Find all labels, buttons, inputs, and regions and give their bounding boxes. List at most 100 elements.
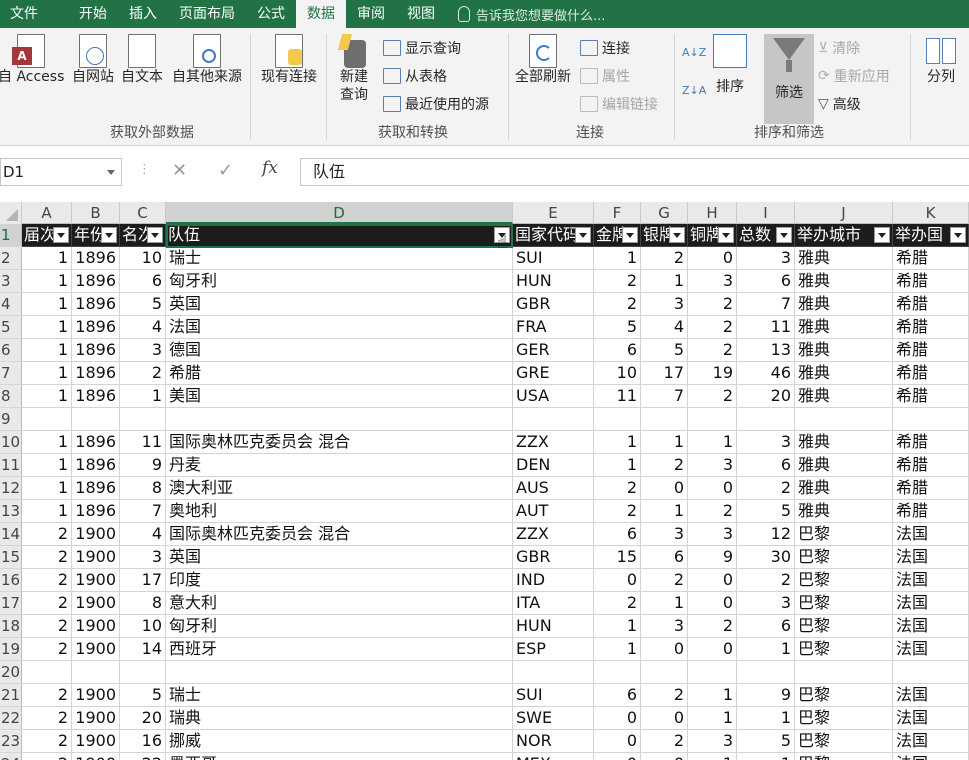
table-cell[interactable]: 3 xyxy=(641,293,688,316)
table-cell[interactable]: 0 xyxy=(641,753,688,760)
header-cell[interactable]: 举办城市 xyxy=(795,224,893,247)
header-cell[interactable]: 名次 xyxy=(120,224,166,247)
table-cell[interactable]: 17 xyxy=(641,362,688,385)
table-cell[interactable]: HUN xyxy=(513,270,594,293)
table-cell[interactable] xyxy=(641,408,688,431)
table-cell[interactable]: 8 xyxy=(120,592,166,615)
table-cell[interactable] xyxy=(893,661,969,684)
column-header-a[interactable]: A xyxy=(22,202,72,224)
filter-dropdown-icon[interactable] xyxy=(669,227,685,243)
enter-icon[interactable]: ✓ xyxy=(218,160,233,181)
header-cell[interactable]: 队伍 xyxy=(166,224,513,247)
table-cell[interactable]: 11 xyxy=(737,316,795,339)
table-cell[interactable]: 20 xyxy=(737,385,795,408)
formula-input[interactable]: 队伍 xyxy=(300,158,969,186)
table-cell[interactable]: 印度 xyxy=(166,569,513,592)
table-cell[interactable]: GBR xyxy=(513,293,594,316)
table-cell[interactable]: GBR xyxy=(513,546,594,569)
table-cell[interactable]: 巴黎 xyxy=(795,546,893,569)
table-cell[interactable]: 2 xyxy=(641,569,688,592)
row-header[interactable]: 18 xyxy=(0,615,22,638)
table-cell[interactable]: 2 xyxy=(22,615,72,638)
table-cell[interactable]: 希腊 xyxy=(893,431,969,454)
table-cell[interactable]: USA xyxy=(513,385,594,408)
table-cell[interactable]: 巴黎 xyxy=(795,569,893,592)
table-cell[interactable]: 希腊 xyxy=(893,362,969,385)
table-cell[interactable]: 6 xyxy=(737,454,795,477)
table-cell[interactable]: 2 xyxy=(688,615,737,638)
table-cell[interactable]: 希腊 xyxy=(893,500,969,523)
existing-connections-button[interactable]: 现有连接 xyxy=(256,34,322,86)
table-cell[interactable]: 巴黎 xyxy=(795,707,893,730)
table-cell[interactable]: 巴黎 xyxy=(795,615,893,638)
table-cell[interactable]: 2 xyxy=(22,707,72,730)
row-header[interactable]: 19 xyxy=(0,638,22,661)
table-cell[interactable]: 法国 xyxy=(893,753,969,760)
cancel-icon[interactable]: ✕ xyxy=(172,160,187,181)
table-cell[interactable]: 0 xyxy=(688,247,737,270)
table-cell[interactable]: 5 xyxy=(737,730,795,753)
table-cell[interactable]: 6 xyxy=(641,546,688,569)
row-header[interactable]: 10 xyxy=(0,431,22,454)
table-cell[interactable]: 法国 xyxy=(893,615,969,638)
table-cell[interactable]: 1 xyxy=(22,362,72,385)
advanced-filter-button[interactable]: ▽ 高级 xyxy=(818,94,861,114)
table-cell[interactable]: 0 xyxy=(594,707,641,730)
table-cell[interactable]: 英国 xyxy=(166,293,513,316)
table-cell[interactable]: 7 xyxy=(641,385,688,408)
table-cell[interactable]: 2 xyxy=(641,454,688,477)
table-cell[interactable] xyxy=(594,661,641,684)
tab-home[interactable]: 开始 xyxy=(68,0,118,28)
text-to-columns-button[interactable]: 分列 xyxy=(918,34,964,86)
table-cell[interactable] xyxy=(594,408,641,431)
table-cell[interactable]: 巴黎 xyxy=(795,523,893,546)
table-cell[interactable]: MEX xyxy=(513,753,594,760)
row-header[interactable]: 24 xyxy=(0,753,22,760)
table-cell[interactable]: 5 xyxy=(120,684,166,707)
table-cell[interactable]: 雅典 xyxy=(795,500,893,523)
row-header[interactable]: 17 xyxy=(0,592,22,615)
table-cell[interactable]: 1 xyxy=(22,293,72,316)
table-cell[interactable] xyxy=(166,408,513,431)
table-cell[interactable]: 2 xyxy=(688,316,737,339)
table-cell[interactable]: 7 xyxy=(737,293,795,316)
row-header[interactable]: 16 xyxy=(0,569,22,592)
new-query-button[interactable]: 新建 查询 xyxy=(330,34,378,104)
table-cell[interactable]: 1 xyxy=(641,500,688,523)
table-cell[interactable]: 澳大利亚 xyxy=(166,477,513,500)
table-cell[interactable]: 5 xyxy=(737,500,795,523)
row-header[interactable]: 23 xyxy=(0,730,22,753)
table-cell[interactable]: 19 xyxy=(688,362,737,385)
table-cell[interactable]: 0 xyxy=(688,638,737,661)
table-cell[interactable]: 法国 xyxy=(893,523,969,546)
sort-descending-button[interactable]: Z↓A xyxy=(682,84,706,97)
table-cell[interactable]: 2 xyxy=(22,592,72,615)
table-cell[interactable]: 瑞士 xyxy=(166,247,513,270)
table-cell[interactable]: 1 xyxy=(737,753,795,760)
table-cell[interactable]: 11 xyxy=(594,385,641,408)
row-header[interactable]: 13 xyxy=(0,500,22,523)
table-cell[interactable] xyxy=(166,661,513,684)
header-cell[interactable]: 届次 xyxy=(22,224,72,247)
row-header[interactable]: 8 xyxy=(0,385,22,408)
table-cell[interactable] xyxy=(641,661,688,684)
table-cell[interactable]: 巴黎 xyxy=(795,592,893,615)
table-cell[interactable]: 1900 xyxy=(72,707,120,730)
table-cell[interactable]: 2 xyxy=(22,684,72,707)
tab-formulas[interactable]: 公式 xyxy=(246,0,296,28)
table-cell[interactable]: 1896 xyxy=(72,362,120,385)
table-cell[interactable]: 雅典 xyxy=(795,293,893,316)
table-cell[interactable]: 1 xyxy=(594,638,641,661)
table-cell[interactable]: 6 xyxy=(594,339,641,362)
table-cell[interactable]: 5 xyxy=(120,293,166,316)
table-cell[interactable]: 6 xyxy=(737,270,795,293)
table-cell[interactable]: 2 xyxy=(737,477,795,500)
table-cell[interactable]: 法国 xyxy=(893,592,969,615)
table-cell[interactable]: 1896 xyxy=(72,293,120,316)
table-cell[interactable] xyxy=(737,408,795,431)
table-cell[interactable]: 1 xyxy=(737,638,795,661)
tab-insert[interactable]: 插入 xyxy=(118,0,168,28)
header-cell[interactable]: 银牌 xyxy=(641,224,688,247)
table-cell[interactable]: 1900 xyxy=(72,523,120,546)
table-cell[interactable]: IND xyxy=(513,569,594,592)
